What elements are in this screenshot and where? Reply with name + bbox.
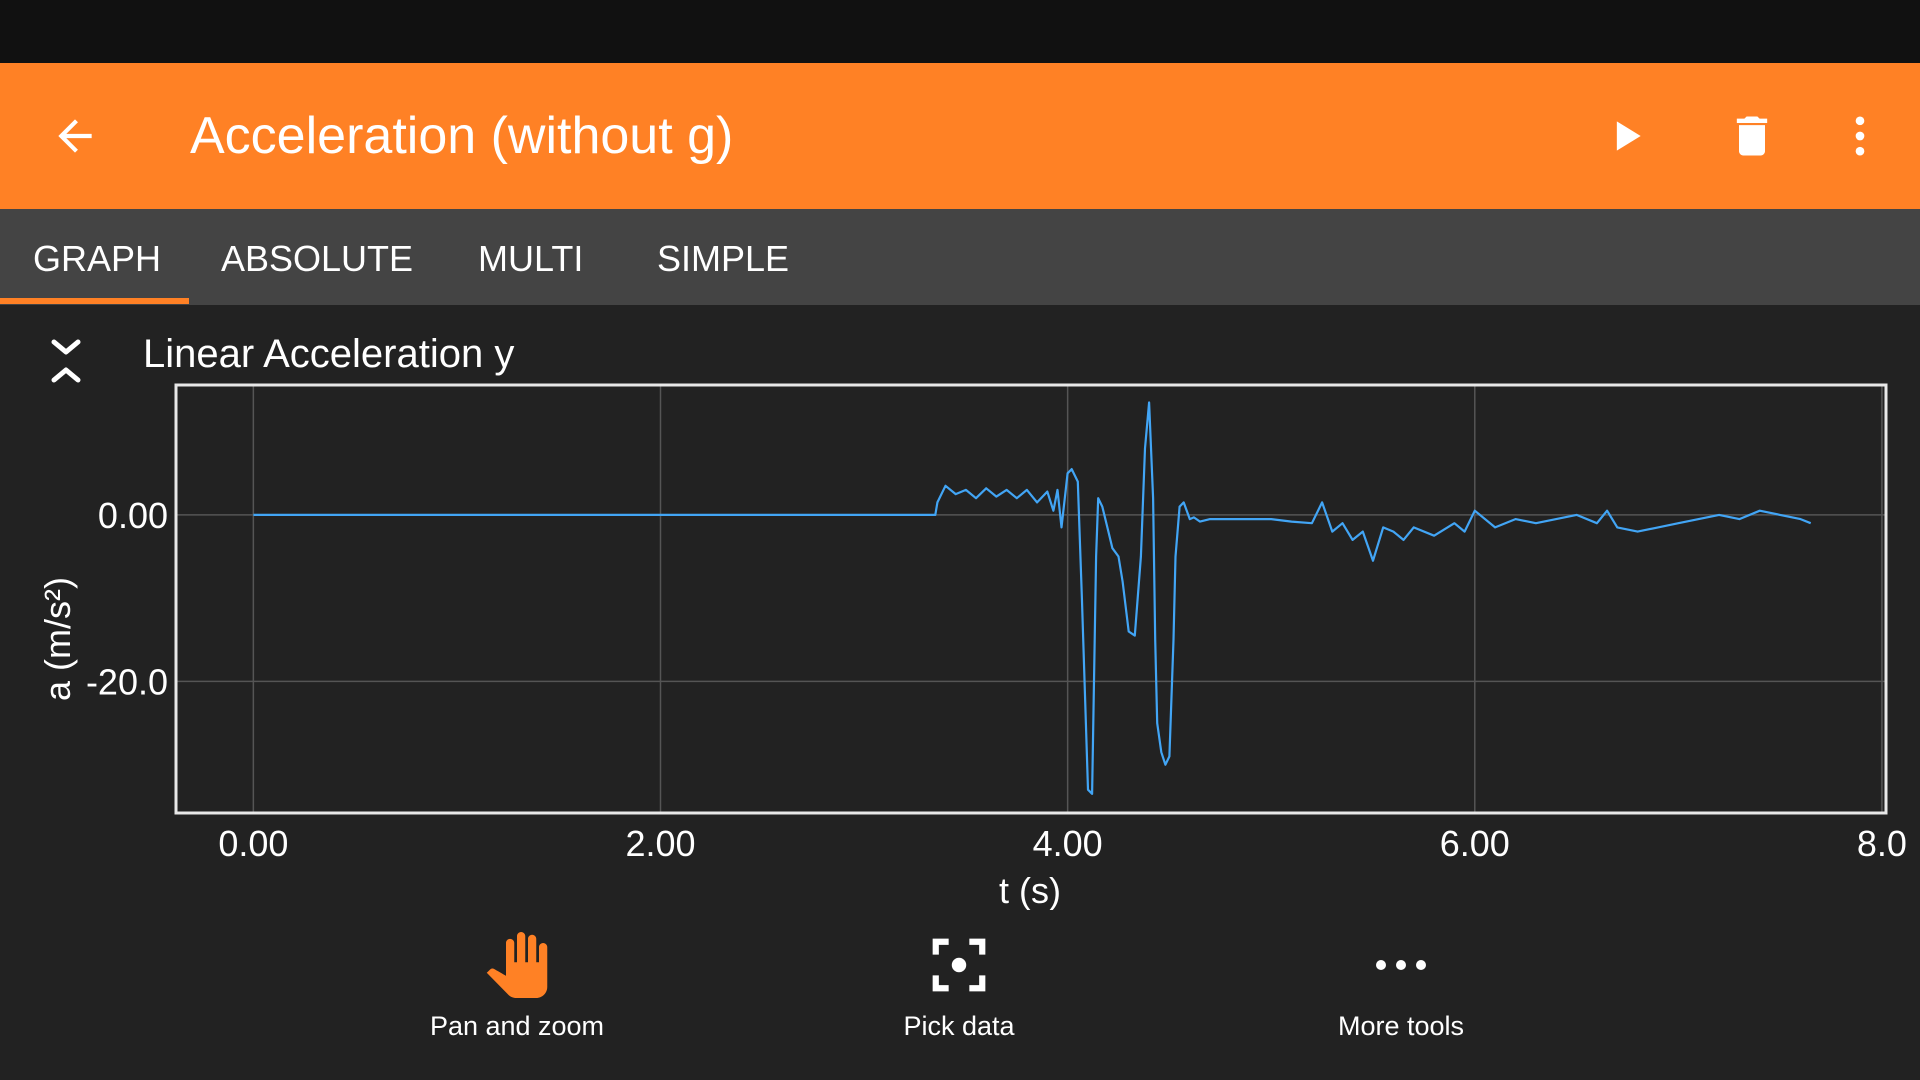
- tab-simple[interactable]: SIMPLE: [657, 209, 789, 305]
- tab-absolute[interactable]: ABSOLUTE: [221, 209, 413, 305]
- x-axis-label: t (s): [999, 870, 1061, 910]
- pick-data-tool[interactable]: Pick data: [829, 930, 1089, 1042]
- tool-label: More tools: [1337, 1011, 1465, 1041]
- trash-icon[interactable]: [1722, 63, 1782, 209]
- tab-graph[interactable]: GRAPH: [33, 209, 161, 305]
- pan-and-zoom-tool[interactable]: Pan and zoom: [387, 930, 647, 1042]
- tab-multi[interactable]: MULTI: [478, 209, 583, 305]
- tool-label: Pan and zoom: [429, 1011, 605, 1041]
- data-series-line: [253, 401, 1812, 795]
- back-arrow-icon[interactable]: [40, 63, 110, 209]
- more-horiz-icon: [1271, 930, 1531, 1000]
- play-icon[interactable]: [1596, 63, 1656, 209]
- active-tab-indicator: [0, 298, 189, 304]
- x-tick-label: 4.00: [1033, 823, 1103, 864]
- app-bar: Acceleration (without g): [0, 63, 1920, 209]
- x-tick-label: 0.00: [218, 823, 288, 864]
- more-tools-button[interactable]: More tools: [1271, 930, 1531, 1042]
- y-axis-label: a (m/s²): [37, 577, 78, 701]
- x-tick-label: 8.0: [1857, 823, 1907, 864]
- tool-label: Pick data: [903, 1011, 1015, 1041]
- y-tick-label: -20.0: [86, 661, 168, 702]
- page-title: Acceleration (without g): [190, 107, 734, 165]
- acceleration-chart[interactable]: 0.00 2.00 4.00 6.00 8.0 0.00 -20.0 t (s) a (m/s²…: [0, 370, 1920, 910]
- more-vert-icon[interactable]: [1830, 63, 1890, 209]
- plot-frame: [174, 383, 1888, 815]
- y-tick-label: 0.00: [98, 495, 168, 536]
- tab-bar: GRAPH ABSOLUTE MULTI SIMPLE: [0, 209, 1920, 305]
- x-tick-label: 2.00: [625, 823, 695, 864]
- status-bar: [0, 0, 1920, 63]
- hand-icon: [387, 930, 647, 1000]
- x-tick-label: 6.00: [1440, 823, 1510, 864]
- pick-data-icon: [829, 930, 1089, 1000]
